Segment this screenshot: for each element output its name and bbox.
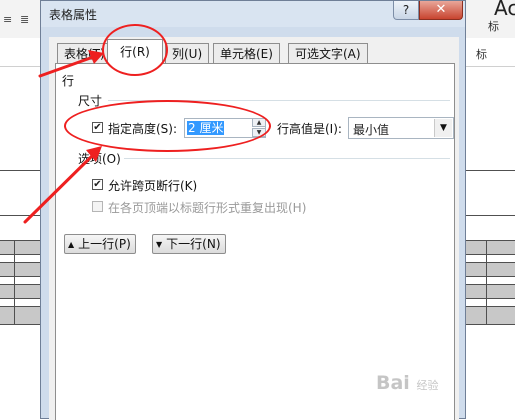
tab-row[interactable]: 行(R) [107, 39, 163, 64]
table-properties-dialog: 表格属性 ? ✕ 表格(T) 行(R) 列(U) 单元格(E) 可选文字(A) … [40, 0, 466, 420]
next-row-button[interactable]: ▼ 下一行(N) [152, 234, 226, 254]
row-section-heading: 行 [62, 74, 75, 88]
specify-height-checkbox[interactable]: ✔ [92, 122, 103, 133]
triangle-down-icon: ▼ [156, 240, 163, 249]
repeat-header-label: 在各页顶端以标题行形式重复出现(H) [108, 201, 307, 215]
tab-cell[interactable]: 单元格(E) [213, 43, 280, 63]
size-group-label: 尺寸 [78, 94, 103, 108]
dialog-titlebar[interactable]: 表格属性 ? ✕ [41, 1, 465, 27]
specify-height-label: 指定高度(S): [108, 122, 178, 136]
dialog-title: 表格属性 [49, 8, 98, 22]
allow-row-break-label: 允许跨页断行(K) [108, 179, 198, 193]
row-height-mode-select[interactable]: 最小值 ▼ [348, 117, 454, 139]
group-divider [124, 158, 450, 159]
height-spin-up[interactable]: ▲ [252, 118, 266, 127]
tab-column[interactable]: 列(U) [165, 43, 210, 63]
row-height-mode-value: 最小值 [353, 123, 390, 137]
row-tab-panel: 行 尺寸 ✔ 指定高度(S): 2 厘米 ▲ ▼ 行高值是(I): 最小值 ▼ … [55, 63, 455, 420]
options-group-label: 选项(O) [78, 152, 121, 166]
row-height-is-label: 行高值是(I): [277, 122, 342, 136]
table-column-line [14, 240, 15, 324]
allow-row-break-checkbox[interactable]: ✔ [92, 179, 103, 190]
tab-alt-text[interactable]: 可选文字(A) [288, 43, 368, 63]
tab-table[interactable]: 表格(T) [57, 43, 112, 63]
repeat-header-checkbox[interactable] [92, 201, 103, 212]
help-button[interactable]: ? [393, 1, 419, 20]
table-column-line [486, 240, 487, 324]
group-divider [108, 100, 450, 101]
word-toolbar-right: Ac 标 [466, 0, 515, 39]
previous-row-button[interactable]: ▲ 上一行(P) [64, 234, 136, 254]
triangle-up-icon: ▲ [68, 240, 75, 249]
align-center-icon[interactable]: ≣ [20, 13, 29, 26]
chevron-down-icon[interactable]: ▼ [434, 119, 452, 137]
height-value: 2 厘米 [187, 121, 225, 135]
align-left-icon[interactable]: ≡ [3, 13, 12, 26]
styles-preview[interactable]: Ac [494, 0, 515, 20]
word-toolbar-left: ≡ ≣ [0, 0, 40, 39]
ribbon-label: 标 [476, 48, 487, 61]
baidu-watermark: Bai 经验 [376, 372, 439, 394]
height-spin-down[interactable]: ▼ [252, 128, 266, 137]
close-button[interactable]: ✕ [419, 1, 463, 20]
styles-label: 标 [488, 20, 499, 33]
